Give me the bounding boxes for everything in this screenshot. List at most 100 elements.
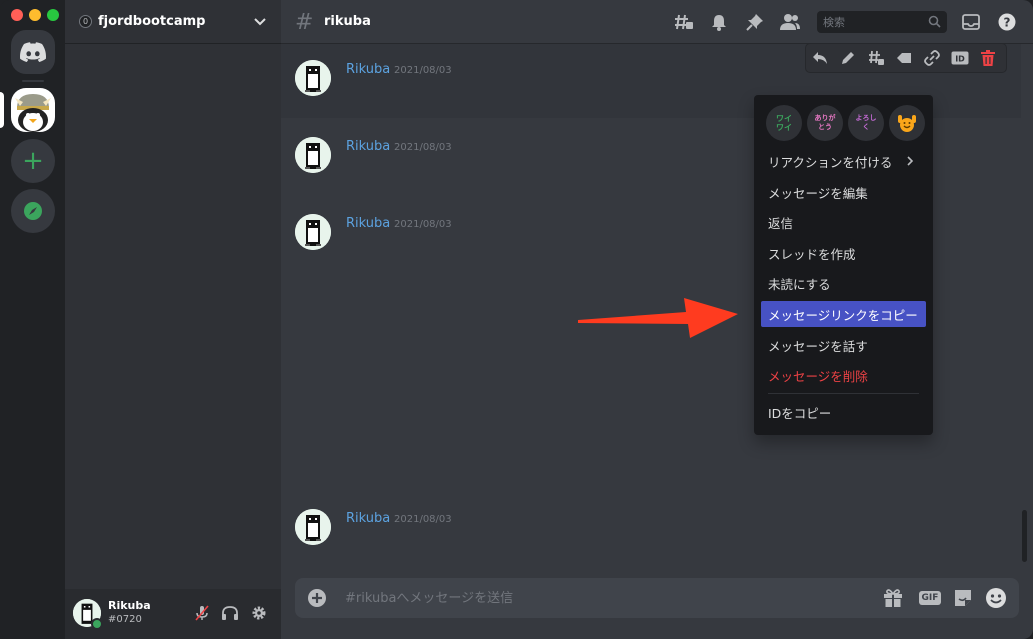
minimize-window-button[interactable]	[29, 9, 41, 21]
svg-text:?: ?	[1004, 16, 1011, 30]
plus-icon: +	[22, 146, 44, 176]
server-header[interactable]: 0 fjordbootcamp	[65, 0, 281, 44]
inbox-button[interactable]	[960, 11, 982, 33]
menu-item-label: スレッドを作成	[768, 246, 856, 262]
search-box	[817, 11, 947, 34]
pencil-icon	[842, 52, 854, 64]
svg-text:ID: ID	[955, 55, 965, 64]
discord-logo-icon	[20, 42, 46, 62]
menu-item-speak-message[interactable]: メッセージを話す	[761, 332, 926, 358]
reaction-hands-up-button[interactable]	[889, 105, 925, 141]
threads-icon	[869, 50, 884, 65]
chevron-down-icon	[254, 18, 266, 26]
annotation-arrow-icon	[578, 298, 738, 338]
maximize-window-button[interactable]	[47, 9, 59, 21]
online-status-indicator	[91, 618, 103, 630]
reply-icon	[813, 52, 827, 64]
microphone-muted-icon	[195, 605, 209, 621]
channel-header: # rikuba 検索 ?	[281, 0, 1033, 44]
delete-message-button[interactable]	[974, 44, 1002, 72]
mark-unread-button[interactable]	[890, 44, 918, 72]
bell-icon	[712, 15, 726, 31]
gear-icon	[252, 606, 266, 620]
text-channel-icon: #	[295, 10, 314, 35]
message-author[interactable]: Rikuba	[346, 511, 390, 526]
menu-item-copy-id[interactable]: IDをコピー	[761, 399, 926, 425]
upload-plus-icon[interactable]	[307, 588, 327, 608]
yoroshiku-emoji-icon: よろし く	[855, 114, 877, 131]
menu-item-add-reaction[interactable]: リアクションを付ける	[761, 148, 926, 174]
member-list-button[interactable]	[779, 11, 801, 33]
compass-icon	[24, 202, 42, 220]
close-window-button[interactable]	[11, 9, 23, 21]
avatar[interactable]	[295, 137, 331, 173]
menu-item-label: 未読にする	[768, 276, 831, 292]
message-timestamp: 2021/08/03	[394, 142, 452, 153]
gift-button[interactable]	[882, 587, 904, 609]
penguin-avatar-icon	[295, 60, 331, 96]
avatar[interactable]	[295, 60, 331, 96]
penguin-avatar-icon	[295, 509, 331, 545]
message-author[interactable]: Rikuba	[346, 216, 390, 231]
home-button[interactable]	[11, 30, 55, 74]
menu-item-label: メッセージを編集	[768, 185, 868, 201]
user-settings-button[interactable]	[248, 602, 270, 624]
server-icon-fjordbootcamp[interactable]	[11, 88, 55, 132]
menu-item-copy-message-link[interactable]: メッセージリンクをコピー	[761, 301, 926, 327]
menu-item-label: メッセージを削除	[768, 368, 868, 384]
search-input[interactable]	[817, 11, 917, 34]
message-author[interactable]: Rikuba	[346, 139, 390, 154]
message-timestamp: 2021/08/03	[394, 514, 452, 525]
id-icon: ID	[951, 51, 969, 65]
avatar[interactable]	[295, 214, 331, 250]
message-action-toolbar: ID	[806, 44, 1006, 72]
menu-item-label: メッセージを話す	[768, 338, 868, 354]
menu-divider	[768, 393, 919, 394]
create-thread-button[interactable]	[862, 44, 890, 72]
sticker-icon	[955, 590, 971, 606]
menu-item-edit-message[interactable]: メッセージを編集	[761, 179, 926, 205]
quick-reactions: ワイ ワイ ありが とう よろし く	[766, 105, 925, 141]
menu-item-mark-unread[interactable]: 未読にする	[761, 270, 926, 296]
pinned-messages-button[interactable]	[744, 11, 766, 33]
message-input[interactable]	[345, 578, 825, 618]
menu-item-reply[interactable]: 返信	[761, 209, 926, 235]
server-name: fjordbootcamp	[98, 14, 206, 29]
menu-item-create-thread[interactable]: スレッドを作成	[761, 240, 926, 266]
penguin-avatar-icon	[295, 214, 331, 250]
explore-servers-button[interactable]	[11, 189, 55, 233]
copy-link-button[interactable]	[918, 44, 946, 72]
threads-button[interactable]	[673, 11, 695, 33]
mute-microphone-button[interactable]	[191, 602, 213, 624]
edit-button[interactable]	[834, 44, 862, 72]
notification-settings-button[interactable]	[708, 11, 730, 33]
gift-icon	[884, 589, 902, 607]
reaction-waiwai-button[interactable]: ワイ ワイ	[766, 105, 802, 141]
smiley-icon	[986, 588, 1006, 608]
avatar[interactable]	[295, 509, 331, 545]
reaction-arigatou-button[interactable]: ありが とう	[807, 105, 843, 141]
add-server-button[interactable]: +	[11, 139, 55, 183]
chat-scrollbar[interactable]	[1022, 510, 1027, 562]
menu-item-label: リアクションを付ける	[768, 154, 893, 170]
menu-item-label: メッセージリンクをコピー	[768, 307, 918, 323]
emoji-button[interactable]	[985, 587, 1007, 609]
chevron-right-icon	[907, 156, 914, 166]
trash-icon	[981, 50, 995, 66]
copy-id-button[interactable]: ID	[946, 44, 974, 72]
reaction-yoroshiku-button[interactable]: よろし く	[848, 105, 884, 141]
message-author[interactable]: Rikuba	[346, 62, 390, 77]
arigatou-emoji-icon: ありが とう	[814, 114, 836, 131]
rail-separator	[22, 80, 44, 82]
gif-button[interactable]: GIF	[917, 587, 943, 609]
channel-sidebar: 0 fjordbootcamp Rikuba #0720	[65, 0, 281, 639]
help-button[interactable]: ?	[996, 11, 1018, 33]
reply-button[interactable]	[806, 44, 834, 72]
sticker-button[interactable]	[952, 587, 974, 609]
deafen-button[interactable]	[219, 602, 241, 624]
menu-item-delete-message[interactable]: メッセージを削除	[761, 362, 926, 388]
discord-window: + 0 fjordbootcamp Rikuba #0720 # rikuba …	[0, 0, 1033, 639]
username: Rikuba	[108, 599, 151, 612]
viking-penguin-icon	[11, 88, 55, 132]
threads-icon	[675, 14, 693, 30]
